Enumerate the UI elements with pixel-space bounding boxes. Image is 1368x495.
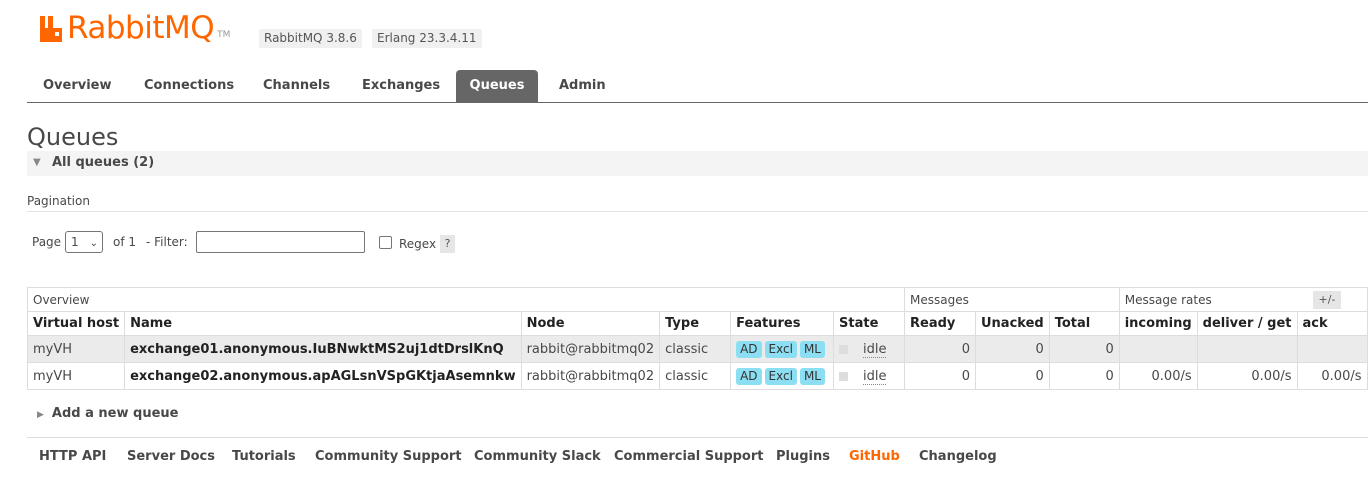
erlang-version-badge: Erlang 23.3.4.11: [372, 29, 482, 48]
node-cell: rabbit@rabbitmq02: [520, 362, 661, 390]
total-cell: 0: [1048, 335, 1120, 363]
state-cell: idle: [833, 335, 905, 363]
col-type[interactable]: Type: [659, 311, 732, 336]
ready-cell: 0: [904, 335, 976, 363]
queue-name-link[interactable]: exchange01.anonymous.IuBNwktMS2uj1dtDrsl…: [124, 335, 522, 363]
footer-link-http-api[interactable]: HTTP API: [39, 449, 106, 464]
page-label: Page: [32, 235, 62, 249]
section-label: All queues: [52, 155, 129, 170]
deliver-get-cell: 0.00/s: [1196, 362, 1298, 390]
state-label: idle: [863, 368, 887, 385]
ack-cell: [1296, 335, 1368, 363]
total-cell: 0: [1048, 362, 1120, 390]
col-state[interactable]: State: [833, 311, 905, 336]
pagination-controls: Page 1 ⌄ of 1 - Filter: Regex ?: [32, 231, 492, 253]
feature-badge-ad: AD: [736, 340, 762, 358]
col-virtual-host[interactable]: Virtual host: [26, 311, 126, 336]
ready-cell: 0: [904, 362, 976, 390]
tab-channels[interactable]: Channels: [247, 70, 346, 102]
vhost-cell: myVH: [26, 335, 126, 363]
rabbitmq-logo[interactable]: RabbitMQ TM: [38, 12, 230, 44]
logo-wordmark: RabbitMQ: [67, 10, 215, 46]
table-row[interactable]: myVH exchange01.anonymous.IuBNwktMS2uj1d…: [26, 335, 1368, 363]
type-cell: classic: [659, 362, 732, 390]
footer-link-commercial-support[interactable]: Commercial Support: [614, 449, 764, 464]
col-name[interactable]: Name: [124, 311, 522, 336]
rabbitmq-version-badge: RabbitMQ 3.8.6: [259, 29, 362, 48]
logo-trademark: TM: [217, 30, 231, 40]
footer-link-plugins[interactable]: Plugins: [776, 449, 830, 464]
node-cell: rabbit@rabbitmq02: [520, 335, 661, 363]
col-unacked[interactable]: Unacked: [975, 311, 1050, 336]
regex-label: Regex: [399, 237, 437, 251]
col-features[interactable]: Features: [730, 311, 834, 336]
col-total[interactable]: Total: [1048, 311, 1120, 336]
rabbit-logo-icon: [40, 16, 62, 42]
feature-badge-ad: AD: [736, 367, 762, 385]
state-cell: idle: [833, 362, 905, 390]
unacked-cell: 0: [975, 335, 1050, 363]
page-title: Queues: [27, 123, 119, 151]
main-nav-tabs: Overview Connections Channels Exchanges …: [27, 70, 1368, 103]
footer-link-community-support[interactable]: Community Support: [315, 449, 462, 464]
group-header-messages: Messages: [904, 287, 1120, 312]
col-node[interactable]: Node: [520, 311, 661, 336]
add-new-queue-toggle[interactable]: ▶ Add a new queue: [37, 406, 178, 421]
column-toggle-button[interactable]: +/-: [1313, 291, 1341, 309]
vhost-cell: myVH: [26, 362, 126, 390]
feature-badge-excl: Excl: [764, 367, 797, 385]
feature-badge-excl: Excl: [764, 340, 797, 358]
unacked-cell: 0: [975, 362, 1050, 390]
add-new-queue-label: Add a new queue: [51, 406, 179, 421]
filter-input[interactable]: [196, 231, 365, 253]
chevron-down-icon: ⌄: [89, 238, 98, 249]
table-row[interactable]: myVH exchange02.anonymous.apAGLsnVSpGKtj…: [26, 362, 1368, 390]
pagination-label: Pagination: [27, 194, 90, 208]
features-cell: AD Excl ML: [730, 335, 834, 363]
footer-link-community-slack[interactable]: Community Slack: [474, 449, 601, 464]
collapse-triangle-icon[interactable]: ▼: [33, 157, 41, 168]
page-select[interactable]: 1 ⌄: [65, 231, 103, 253]
regex-checkbox[interactable]: [379, 236, 392, 249]
feature-badge-ml: ML: [799, 367, 825, 385]
all-queues-section-header[interactable]: ▼ All queues (2): [27, 151, 1368, 176]
tab-exchanges[interactable]: Exchanges: [346, 70, 456, 102]
group-header-overview: Overview: [27, 287, 905, 312]
footer-link-server-docs[interactable]: Server Docs: [127, 449, 215, 464]
state-label: idle: [863, 341, 887, 358]
incoming-cell: 0.00/s: [1118, 362, 1198, 390]
queue-count: (2): [133, 155, 155, 170]
footer: HTTP API Server Docs Tutorials Community…: [27, 437, 1368, 495]
tab-connections[interactable]: Connections: [128, 70, 250, 102]
tab-admin[interactable]: Admin: [543, 70, 622, 102]
feature-badge-ml: ML: [799, 340, 825, 358]
col-ready[interactable]: Ready: [904, 311, 976, 336]
footer-link-github[interactable]: GitHub: [849, 449, 900, 464]
section-title: All queues (2): [52, 155, 154, 170]
features-cell: AD Excl ML: [730, 362, 834, 390]
regex-help-button[interactable]: ?: [440, 235, 455, 253]
footer-link-changelog[interactable]: Changelog: [919, 449, 997, 464]
queues-table: Overview Messages Message rates Virtual …: [26, 287, 1368, 390]
header: RabbitMQ TM RabbitMQ 3.8.6 Erlang 23.3.4…: [0, 0, 1368, 70]
deliver-get-cell: [1196, 335, 1298, 363]
filter-label: - Filter:: [146, 235, 188, 249]
footer-link-tutorials[interactable]: Tutorials: [232, 449, 296, 464]
page-select-value: 1: [71, 235, 79, 249]
col-incoming[interactable]: incoming: [1118, 311, 1198, 336]
tab-queues[interactable]: Queues: [456, 70, 538, 102]
expand-triangle-icon: ▶: [37, 410, 44, 420]
page-total-label: of 1: [113, 235, 137, 249]
pagination-divider: [27, 211, 1368, 212]
tab-overview[interactable]: Overview: [27, 70, 128, 102]
state-indicator-icon: [839, 371, 848, 381]
queue-name-link[interactable]: exchange02.anonymous.apAGLsnVSpGKtjaAsem…: [124, 362, 522, 390]
ack-cell: 0.00/s: [1296, 362, 1368, 390]
incoming-cell: [1118, 335, 1198, 363]
type-cell: classic: [659, 335, 732, 363]
col-ack[interactable]: ack: [1296, 311, 1368, 336]
col-deliver-get[interactable]: deliver / get: [1196, 311, 1298, 336]
state-indicator-icon: [839, 344, 848, 354]
